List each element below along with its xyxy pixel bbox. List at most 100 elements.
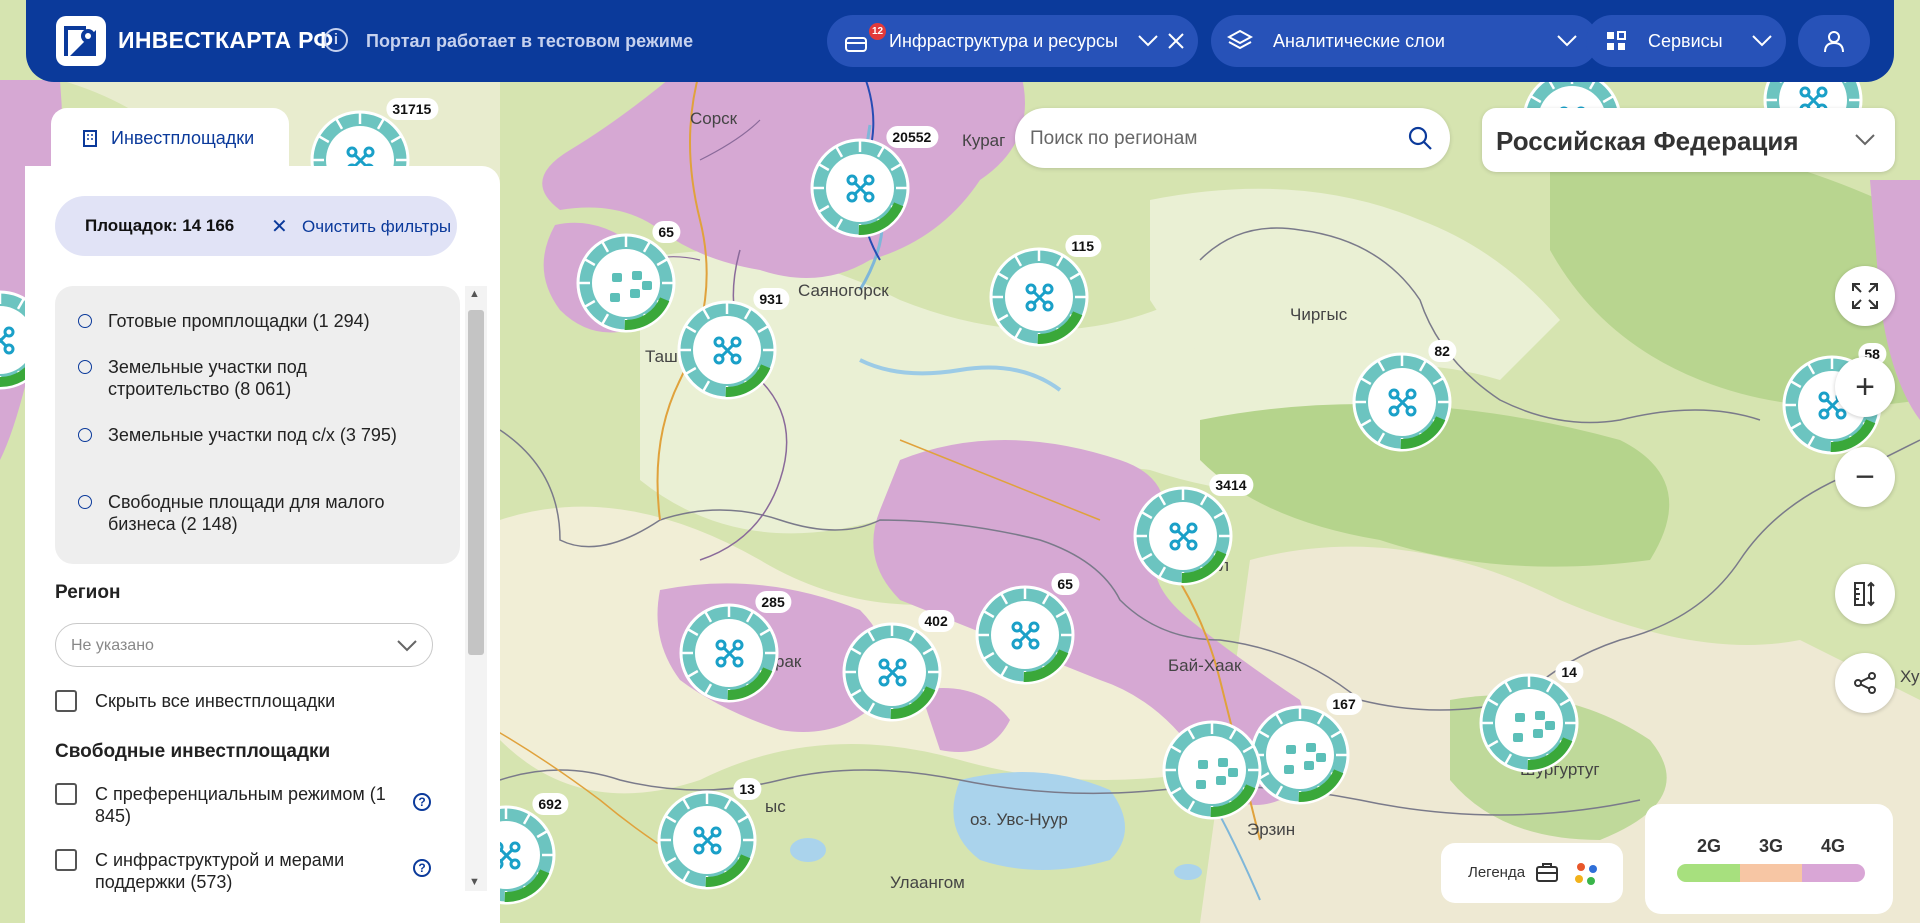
region-section-title: Регион [55,582,121,603]
chevron-down-icon[interactable] [1751,34,1773,48]
network-segment-3g [1739,864,1803,882]
cluster-count: 3414 [1215,477,1246,493]
top-bar: ИНВЕСТКАРТА РФ i Портал работает в тесто… [26,0,1894,82]
filter-panel: Площадок: 14 166 ✕ Очистить фильтры Гото… [25,166,500,923]
map-place-label: Саяногорск [798,281,889,300]
tab-label: Инвестплощадки [111,128,255,148]
site-cluster[interactable] [1162,720,1262,820]
chevron-down-icon[interactable] [1137,34,1159,48]
network-segment-2g [1677,864,1740,882]
brand-title[interactable]: ИНВЕСТКАРТА РФ [118,27,333,54]
help-icon[interactable]: ? [413,859,431,877]
scrollbar-thumb[interactable] [468,310,484,655]
map-place-label: ыс [765,797,786,816]
layers-icon [1227,29,1253,50]
network-segment-4g [1802,864,1865,882]
map-place-label: Бай-Хаак [1168,656,1242,675]
radio-button[interactable] [78,428,92,442]
region-select-value: Российская Федерация [1496,126,1799,156]
map-place-label: Хуб [1900,667,1920,686]
services-grid-icon [1607,31,1626,50]
ruler-icon [1854,581,1875,607]
cluster-count: 82 [1434,343,1450,359]
site-type-group: Готовые промплощадки (1 294) Земельные у… [55,286,460,564]
map-place-label: рак [775,652,802,671]
network-3g-label: 3G [1759,836,1784,856]
legend-label: Легенда [1468,864,1526,881]
services-dropdown[interactable]: Сервисы [1586,15,1786,67]
region-select[interactable]: Российская Федерация [1482,108,1895,172]
checkbox[interactable] [55,783,77,805]
region-search[interactable]: Поиск по регионам [1015,108,1450,168]
region-filter-value: Не указано [71,637,154,654]
scroll-up-icon[interactable]: ▲ [469,288,480,300]
map-place-label: Чиргыс [1290,305,1348,324]
sites-count-chip: Площадок: 14 166 ✕ Очистить фильтры [55,196,457,256]
close-icon[interactable]: ✕ [271,214,288,239]
chevron-down-icon[interactable] [1556,34,1578,48]
cluster-count: 167 [1332,696,1356,712]
network-coverage-bar [1677,864,1865,882]
investkarta-logo-icon[interactable] [56,16,106,66]
cluster-count: 65 [1057,576,1073,592]
infrastructure-icon [845,37,867,52]
cluster-count: 285 [761,594,785,610]
cluster-count: 402 [924,613,948,629]
cluster-count: 14 [1561,664,1577,680]
scroll-down-icon[interactable]: ▼ [469,876,480,888]
briefcase-icon [1536,863,1558,882]
cluster-count: 20552 [892,129,931,145]
help-icon[interactable]: ? [413,793,431,811]
zoom-out-button[interactable]: − [1835,447,1895,507]
chevron-down-icon[interactable] [396,639,418,653]
search-icon[interactable] [1407,125,1433,151]
search-input[interactable]: Поиск по регионам [1030,128,1197,150]
info-icon[interactable]: i [324,28,348,52]
network-4g-label: 4G [1821,836,1846,856]
infrastructure-badge: 12 [869,23,886,40]
tab-investment-sites[interactable]: Инвестплощадки [51,108,289,168]
map-place-label: Таш [645,347,678,366]
share-button[interactable] [1835,653,1895,713]
network-coverage-legend: 2G 3G 4G [1645,804,1893,914]
region-filter-select[interactable]: Не указано [55,623,433,667]
map-place-label: Эрзин [1247,820,1295,839]
analytical-layers-dropdown[interactable]: Аналитические слои [1211,15,1598,67]
close-icon[interactable] [1167,32,1185,50]
free-sites-section-title: Свободные инвестплощадки [55,741,331,762]
user-profile-button[interactable] [1798,15,1870,67]
analytical-layers-label: Аналитические слои [1273,31,1445,51]
share-icon [1854,672,1876,694]
radio-button[interactable] [78,495,92,509]
cluster-count: 692 [538,796,562,812]
map-place-label: Улаангом [890,873,965,892]
fullscreen-button[interactable] [1835,266,1895,326]
radio-button[interactable] [78,360,92,374]
map-place-label: оз. Увс-Нуур [970,810,1068,829]
measure-button[interactable] [1835,564,1895,624]
plus-icon: + [1855,368,1875,406]
cluster-count: 931 [759,291,783,307]
infrastructure-label: Инфраструктура и ресурсы [889,31,1118,51]
building-icon [83,130,97,147]
checkbox[interactable] [55,849,77,871]
cluster-count: 31715 [392,101,431,117]
sites-count: Площадок: 14 166 [85,216,235,235]
cluster-count: 65 [658,224,674,240]
user-icon [1824,31,1844,53]
zoom-in-button[interactable]: + [1835,357,1895,417]
expand-icon [1852,283,1878,309]
legend-button[interactable]: Легенда [1441,843,1623,903]
clear-filters-link[interactable]: Очистить фильтры [302,217,451,237]
chevron-down-icon[interactable] [1854,133,1876,147]
map-place-label: Кураг [962,131,1005,150]
infrastructure-dropdown[interactable]: 12 Инфраструктура и ресурсы [827,15,1198,67]
network-2g-label: 2G [1697,836,1722,856]
minus-icon: − [1855,458,1875,496]
test-mode-notice: Портал работает в тестовом режиме [366,31,694,51]
cluster-count: 115 [1071,238,1094,254]
checkbox[interactable] [55,690,77,712]
cluster-count: 13 [739,781,755,797]
map-place-label: Сорск [690,109,738,128]
radio-button[interactable] [78,314,92,328]
